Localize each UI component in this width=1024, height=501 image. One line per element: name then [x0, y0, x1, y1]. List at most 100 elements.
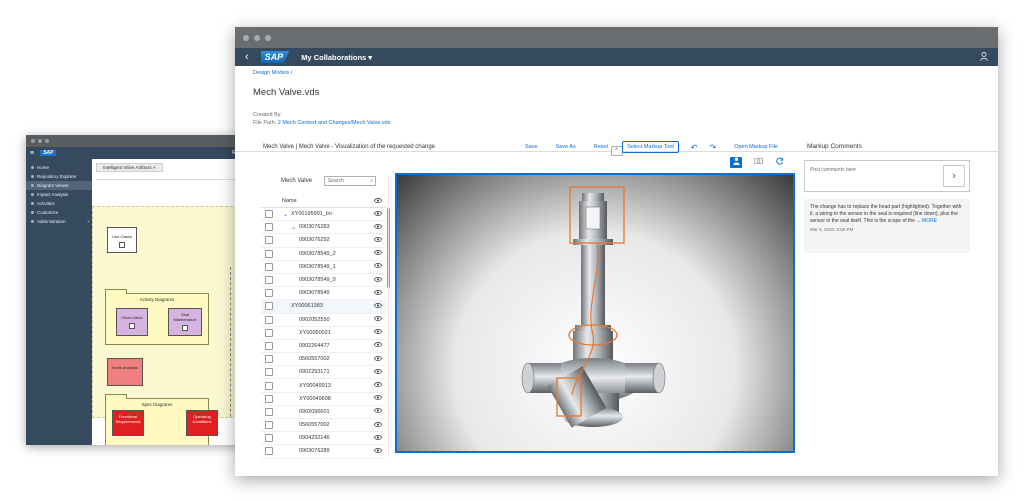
eye-icon[interactable]: [373, 329, 383, 336]
tree-row[interactable]: 0902052550: [261, 314, 386, 327]
tree-row[interactable]: 0903078549: [261, 287, 386, 301]
hamburger-icon[interactable]: ≡: [30, 150, 34, 157]
row-checkbox[interactable]: [265, 223, 273, 232]
camera-icon[interactable]: [752, 157, 764, 168]
row-checkbox[interactable]: [265, 210, 273, 219]
nav-item-activities[interactable]: Activities: [26, 199, 92, 208]
eye-icon[interactable]: [373, 368, 383, 376]
row-checkbox[interactable]: [265, 289, 273, 298]
node-analysis-node[interactable]: Node Analysis: [107, 358, 143, 386]
eye-icon[interactable]: [373, 355, 383, 363]
nav-item-customize[interactable]: Customize: [26, 208, 92, 217]
row-checkbox[interactable]: [265, 394, 273, 403]
comment-input[interactable]: Post comments here ›: [804, 160, 970, 192]
eye-icon[interactable]: [373, 434, 383, 442]
row-checkbox[interactable]: [265, 276, 273, 285]
row-checkbox[interactable]: [265, 341, 273, 350]
tree-row[interactable]: XY00061383: [261, 300, 386, 314]
tree-row[interactable]: 0902293171: [261, 366, 386, 380]
eye-icon[interactable]: [373, 250, 383, 257]
eye-icon[interactable]: [373, 316, 383, 323]
tree-row[interactable]: 0903078549_1: [261, 261, 386, 274]
tab-intelligent-valve[interactable]: Intelligent Valve Artifacts ×: [96, 163, 163, 172]
eye-icon[interactable]: [373, 448, 383, 455]
functional-requirements-node[interactable]: Functional Requirements: [112, 410, 144, 436]
eye-icon[interactable]: [373, 408, 383, 415]
eye-icon[interactable]: [373, 263, 383, 270]
row-checkbox[interactable]: [265, 407, 273, 416]
row-checkbox[interactable]: [265, 236, 273, 245]
row-checkbox[interactable]: [265, 249, 273, 258]
activity-diagrams-package[interactable]: Activity Diagrams Clean Valve Seal Maint…: [105, 289, 209, 345]
save-button[interactable]: Save: [525, 144, 538, 150]
row-checkbox[interactable]: [265, 315, 273, 324]
breadcrumb[interactable]: Design Models /: [253, 70, 980, 76]
tree-row[interactable]: 0902264477: [261, 340, 386, 354]
send-comment-button[interactable]: ›: [943, 165, 965, 187]
operating-conditions-node[interactable]: Operating Conditions: [186, 410, 218, 436]
back-arrow-icon[interactable]: ‹: [245, 51, 249, 63]
chevron-down-icon[interactable]: ⌄: [283, 211, 288, 218]
use-cases-node[interactable]: Use Cases: [107, 227, 137, 253]
file-path-link[interactable]: 2 Mech Context and Changes/Mech Valve.vd…: [278, 120, 391, 126]
row-checkbox[interactable]: [265, 302, 273, 311]
clean-valve-node[interactable]: Clean Valve: [116, 308, 148, 336]
tree-row[interactable]: 0904232146: [261, 432, 386, 446]
window-maximize-dot[interactable]: [265, 34, 271, 41]
eye-icon[interactable]: [373, 342, 383, 349]
nav-item-repository-explorer[interactable]: Repository Explorer: [26, 172, 92, 181]
nav-item-home[interactable]: Home: [26, 163, 92, 172]
eye-icon[interactable]: [373, 289, 383, 297]
tree-row[interactable]: ⌄ 0903076283: [261, 221, 386, 235]
eye-icon[interactable]: [373, 302, 383, 310]
chevron-down-icon[interactable]: ⌄: [291, 224, 296, 231]
tree-search-input[interactable]: Search ⌕: [323, 176, 376, 186]
diagram-canvas[interactable]: Use Cases Activity Diagrams Clean Valve …: [92, 206, 248, 445]
eye-icon[interactable]: [373, 382, 383, 389]
nav-item-diagram-viewer[interactable]: Diagram Viewer: [26, 181, 92, 190]
panel-splitter[interactable]: [388, 177, 391, 455]
row-checkbox[interactable]: [265, 381, 273, 390]
nav-item-administration[interactable]: Administration ›: [26, 217, 92, 226]
nav-item-impact-analysis[interactable]: Impact Analysis: [26, 190, 92, 199]
person-icon[interactable]: [730, 157, 742, 168]
row-checkbox[interactable]: [265, 262, 273, 271]
select-markup-tool-button[interactable]: Select Markup Tool: [622, 141, 679, 153]
row-checkbox[interactable]: [265, 447, 273, 456]
tree-row[interactable]: 0560557002: [261, 419, 386, 433]
save-as-button[interactable]: Save As: [556, 144, 576, 150]
tree-row[interactable]: XY00049913: [261, 379, 386, 393]
eye-icon[interactable]: [373, 395, 383, 402]
person-icon[interactable]: [980, 51, 988, 63]
my-collaborations-menu[interactable]: My Collaborations ▾: [301, 53, 372, 62]
tree-row[interactable]: 0903076292: [261, 234, 386, 248]
eye-icon[interactable]: [373, 276, 383, 284]
refresh-icon[interactable]: [774, 157, 786, 168]
tree-row[interactable]: 0903078549_0: [261, 274, 386, 288]
tree-row[interactable]: 0903076289: [261, 445, 386, 459]
open-markup-file-button[interactable]: Open Markup File: [734, 144, 778, 150]
eye-icon[interactable]: [373, 223, 383, 231]
row-checkbox[interactable]: [265, 368, 273, 377]
row-checkbox[interactable]: [265, 421, 273, 430]
window-close-dot[interactable]: [243, 34, 249, 41]
eye-icon[interactable]: [373, 237, 383, 244]
row-checkbox[interactable]: [265, 328, 273, 337]
tree-row[interactable]: 0560557002: [261, 353, 386, 367]
row-checkbox[interactable]: [265, 434, 273, 443]
reset-button[interactable]: Reset: [594, 144, 608, 150]
row-checkbox[interactable]: [265, 355, 273, 364]
3d-viewport[interactable]: [395, 173, 795, 453]
eye-icon[interactable]: [373, 421, 383, 429]
redo-icon[interactable]: ↷: [710, 143, 717, 152]
undo-icon[interactable]: ↶: [691, 143, 698, 152]
tree-row[interactable]: ⌄ XY00195901_Ini: [261, 208, 386, 222]
eye-icon[interactable]: [373, 197, 383, 205]
tree-row[interactable]: XY00049698: [261, 393, 386, 406]
comment-more-link[interactable]: MORE: [922, 218, 937, 224]
window-minimize-dot[interactable]: [254, 34, 260, 41]
tree-row[interactable]: 0903078549_2: [261, 248, 386, 261]
eye-icon[interactable]: [373, 210, 383, 218]
tree-row[interactable]: 0902096601: [261, 406, 386, 419]
tree-row[interactable]: XY00050021: [261, 327, 386, 340]
